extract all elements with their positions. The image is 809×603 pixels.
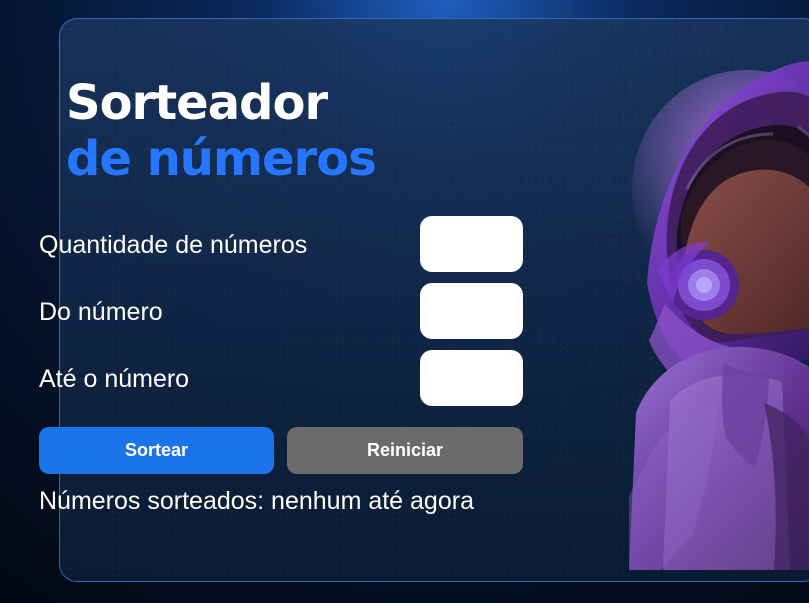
page-title-line-2: de números [66,131,377,187]
from-number-input[interactable] [420,283,523,339]
reset-button[interactable]: Reiniciar [287,427,523,474]
from-number-label: Do número [39,298,163,326]
to-number-row: Até o número [39,348,523,415]
to-number-input[interactable] [420,350,523,406]
quantity-input[interactable] [420,216,523,272]
draw-form: Quantidade de números Do número Até o nú… [39,214,523,415]
quantity-label: Quantidade de números [39,231,308,259]
astronaut-girl-illustration [629,18,809,570]
action-buttons: Sortear Reiniciar [39,427,523,474]
page-title: Sorteador de números [66,75,377,187]
to-number-label: Até o número [39,365,190,393]
page-title-line-1: Sorteador [66,75,328,131]
from-number-row: Do número [39,281,523,348]
draw-button[interactable]: Sortear [39,427,274,474]
page: 00100111010 01100 01100010 000101110000 … [0,0,809,603]
quantity-row: Quantidade de números [39,214,523,281]
drawn-numbers-status: Números sorteados: nenhum até agora [39,487,474,515]
